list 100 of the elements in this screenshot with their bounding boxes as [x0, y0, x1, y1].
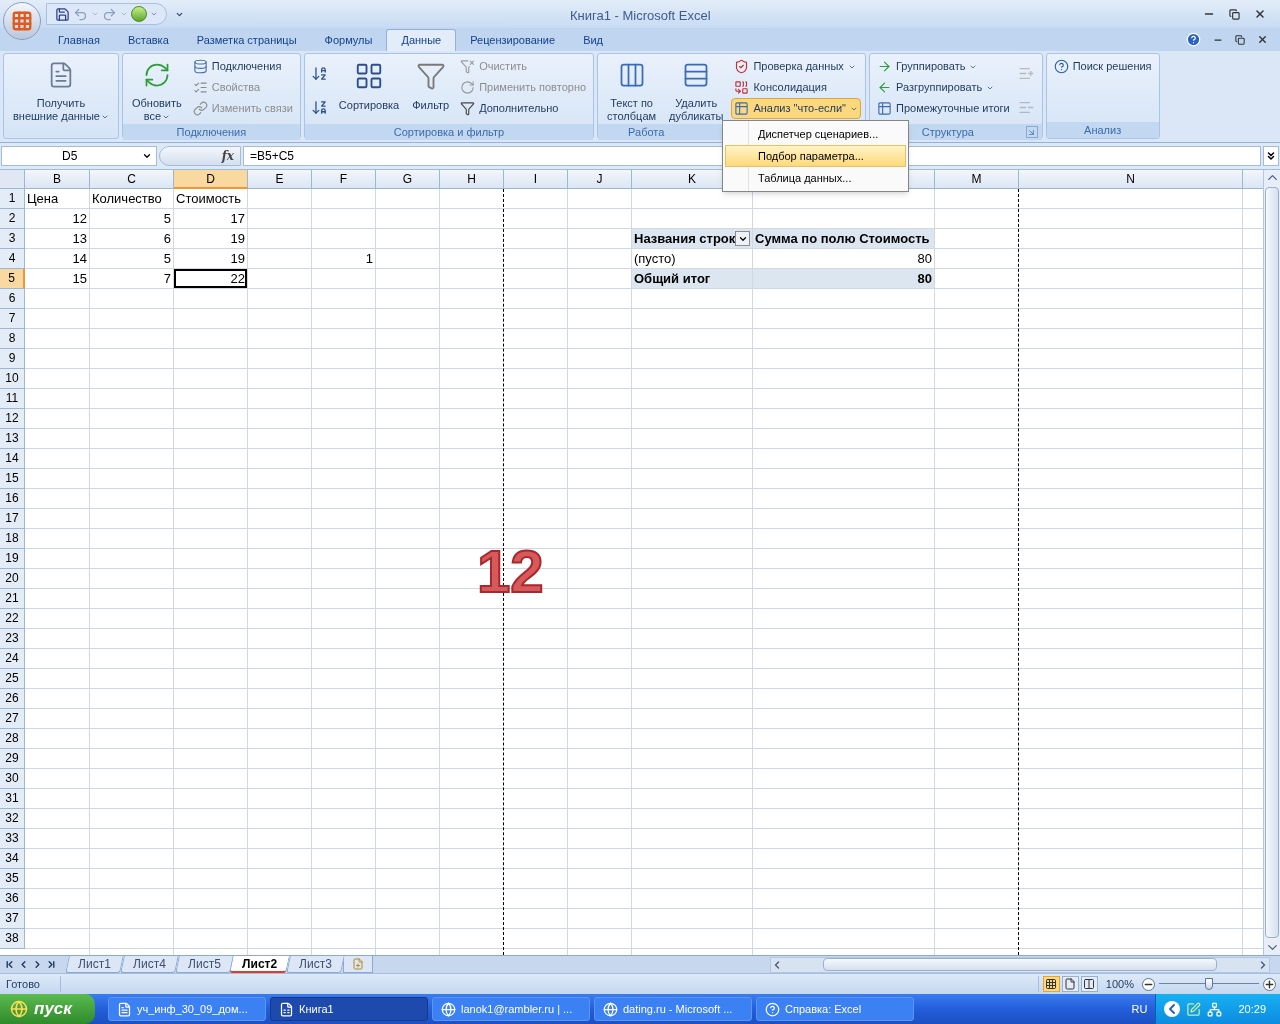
zoom-out-icon[interactable]	[1142, 977, 1155, 991]
sheet-tab[interactable]: Лист5	[174, 956, 234, 973]
ribbon-button[interactable]: Разгруппировать	[874, 77, 1013, 98]
ribbon-tab[interactable]: Вид	[569, 29, 618, 51]
view-button[interactable]	[1061, 976, 1079, 992]
column-header[interactable]: I	[504, 170, 568, 189]
row-header[interactable]: 38	[0, 929, 25, 949]
circle-button[interactable]	[131, 6, 147, 22]
column-header[interactable]: G	[376, 170, 440, 189]
horizontal-scrollbar[interactable]	[770, 956, 1270, 973]
taskbar-button[interactable]: dating.ru - Microsoft ...	[594, 997, 752, 1021]
next-sheet-icon[interactable]	[32, 959, 43, 970]
tray-icon[interactable]	[1186, 1001, 1202, 1017]
ribbon-button[interactable]: Консолидация	[731, 77, 861, 98]
ribbon-button[interactable]: Проверка данных	[731, 56, 861, 77]
ribbon-tab[interactable]: Вставка	[113, 29, 183, 51]
row-header[interactable]: 11	[0, 389, 25, 409]
menu-item[interactable]: Диспетчер сценариев...	[725, 123, 906, 145]
ribbon-button[interactable]: Текст по столбцам	[602, 56, 662, 124]
view-button[interactable]	[1042, 976, 1060, 992]
sheet-tab[interactable]: Лист3	[286, 956, 345, 973]
row-header[interactable]: 18	[0, 529, 25, 549]
ribbon-button[interactable]: Дополнительно	[457, 98, 590, 119]
ribbon-button[interactable]: Сортировка	[333, 56, 405, 124]
row-header[interactable]: 26	[0, 689, 25, 709]
row-header[interactable]: 32	[0, 809, 25, 829]
tray-expand-icon[interactable]	[1164, 1001, 1181, 1017]
zoom-slider-thumb[interactable]	[1205, 978, 1213, 990]
ribbon-button[interactable]: Удалить дубликаты	[664, 56, 729, 124]
row-header[interactable]: 29	[0, 749, 25, 769]
view-button[interactable]	[1080, 976, 1098, 992]
filter-dropdown-button[interactable]	[735, 231, 750, 246]
scrollbar-thumb[interactable]	[823, 958, 1217, 971]
column-header[interactable]: D	[174, 170, 248, 189]
row-header[interactable]: 16	[0, 489, 25, 509]
ribbon-tab[interactable]: Разметка страницы	[182, 29, 311, 51]
row-header[interactable]: 23	[0, 629, 25, 649]
restore-icon[interactable]	[1235, 34, 1245, 45]
row-header[interactable]: 15	[0, 469, 25, 489]
row-header[interactable]: 9	[0, 349, 25, 369]
column-header[interactable]: H	[440, 170, 504, 189]
language-indicator[interactable]: RU	[1123, 1000, 1156, 1018]
row-header[interactable]: 34	[0, 849, 25, 869]
ribbon-button[interactable]: Группировать	[874, 56, 1013, 77]
name-box[interactable]: D5	[1, 146, 157, 166]
row-header[interactable]: 20	[0, 569, 25, 589]
sheet-tab[interactable]: Лист4	[119, 956, 179, 973]
taskbar-button[interactable]: Книга1	[270, 997, 428, 1021]
row-header[interactable]: 25	[0, 669, 25, 689]
ribbon-button[interactable]: Анализ "что-если"	[731, 98, 861, 119]
row-header[interactable]: 37	[0, 909, 25, 929]
sheet-tab[interactable]: Лист2	[229, 956, 291, 973]
office-button[interactable]	[3, 2, 41, 40]
vertical-scrollbar[interactable]	[1263, 170, 1280, 955]
row-header[interactable]: 22	[0, 609, 25, 629]
column-header[interactable]: E	[248, 170, 312, 189]
row-header[interactable]: 7	[0, 309, 25, 329]
column-header[interactable]: N	[1019, 170, 1243, 189]
row-header[interactable]: 17	[0, 509, 25, 529]
column-header[interactable]: F	[312, 170, 376, 189]
row-header[interactable]: 28	[0, 729, 25, 749]
row-header[interactable]: 12	[0, 409, 25, 429]
taskbar-button[interactable]: Справка: Excel	[756, 997, 914, 1021]
row-header[interactable]: 35	[0, 869, 25, 889]
row-header[interactable]: 14	[0, 449, 25, 469]
zoom-in-icon[interactable]	[1263, 977, 1276, 991]
taskbar-button[interactable]: lanok1@rambler.ru | ...	[432, 997, 590, 1021]
row-header[interactable]: 21	[0, 589, 25, 609]
function-button[interactable]: fx	[159, 146, 241, 166]
ribbon-tab[interactable]: Рецензирование	[456, 29, 570, 51]
menu-item[interactable]: Подбор параметра...	[725, 145, 906, 167]
expand-formula-button[interactable]	[1263, 146, 1279, 166]
row-header[interactable]: 13	[0, 429, 25, 449]
row-header[interactable]: 24	[0, 649, 25, 669]
column-header[interactable]: M	[935, 170, 1019, 189]
ribbon-button[interactable]: Получить внешние данные	[8, 56, 114, 124]
row-header[interactable]: 3	[0, 229, 25, 249]
row-header[interactable]: 27	[0, 709, 25, 729]
last-sheet-icon[interactable]	[46, 959, 57, 970]
row-header[interactable]: 19	[0, 549, 25, 569]
row-header[interactable]: 8	[0, 329, 25, 349]
scrollbar-thumb[interactable]	[1265, 187, 1279, 938]
sheet-tab[interactable]: Лист1	[65, 956, 124, 973]
row-header[interactable]: 30	[0, 769, 25, 789]
row-header[interactable]: 33	[0, 829, 25, 849]
first-sheet-icon[interactable]	[4, 959, 15, 970]
ribbon-button[interactable]: Поиск решения	[1050, 56, 1155, 77]
ribbon-button[interactable]: Фильтр	[407, 56, 455, 124]
row-header[interactable]: 31	[0, 789, 25, 809]
row-header[interactable]: 1	[0, 189, 25, 209]
zoom-slider[interactable]	[1159, 978, 1259, 990]
row-header[interactable]: 2	[0, 209, 25, 229]
ribbon-button[interactable]: Обновить все	[126, 56, 187, 124]
row-header[interactable]: 10	[0, 369, 25, 389]
row-header[interactable]: 5	[0, 269, 25, 289]
ribbon-tab[interactable]: Формулы	[310, 29, 387, 51]
row-header[interactable]: 4	[0, 249, 25, 269]
row-header[interactable]: 6	[0, 289, 25, 309]
zoom-percent[interactable]: 100%	[1097, 975, 1142, 993]
close-icon[interactable]	[1257, 34, 1268, 45]
